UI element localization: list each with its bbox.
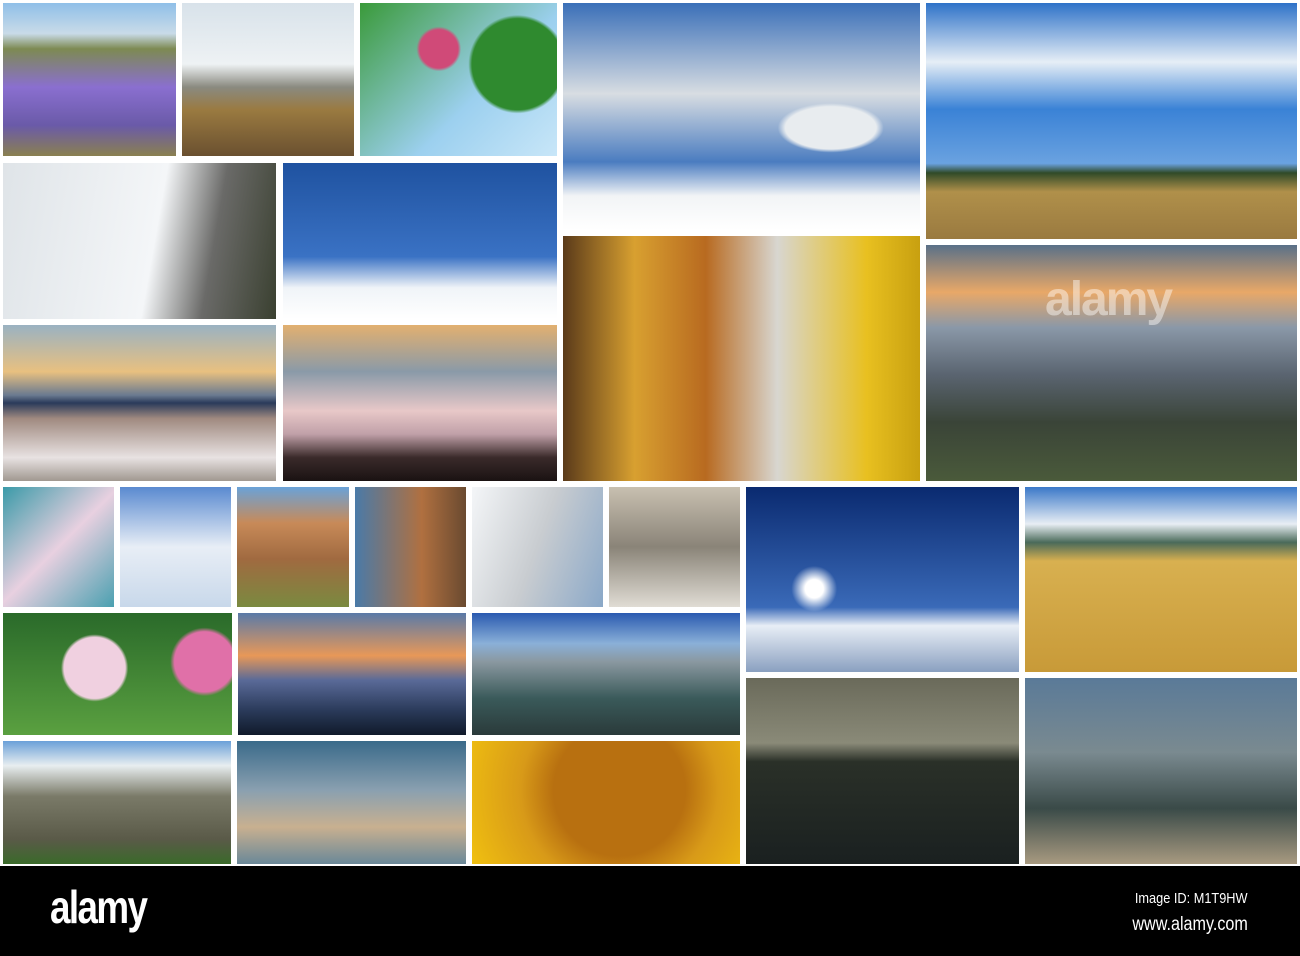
alamy-watermark: alamy [1045,273,1173,326]
photo-dry-grass [182,3,354,156]
photo-apple-blossom [360,3,557,156]
photo-sheep-meadow [926,3,1297,239]
photo-sun-over-snow [746,487,1019,672]
photo-cloud-silhouette [283,325,557,481]
image-id: Image ID: M1T9HW [1135,890,1248,907]
photo-snow-sun [120,487,231,607]
photo-autumn-forest [563,236,920,481]
photo-mud-volcano [609,487,740,607]
photo-mountain-sunset [238,613,466,735]
photo-rocky-peaks [1025,678,1297,864]
photo-sunflower-bee [472,741,740,864]
photo-golden-grassland [1025,487,1297,672]
photo-cherry-blossom [3,487,114,607]
photo-frozen-tree [563,3,920,230]
photo-crocus-meadow [3,3,176,156]
alamy-logo[interactable]: alamy [50,880,148,934]
photo-sunset-snow [3,325,276,481]
photo-foggy-mountains [3,163,276,319]
photo-mountain-range [472,613,740,735]
photo-snowy-peak [472,487,603,607]
photo-waterfall [746,678,1019,864]
photo-rock-formation [355,487,466,607]
photo-snowcapped-ridge [3,741,231,864]
photo-sea-waves [237,741,466,864]
photo-snowy-trees [283,163,557,319]
footer-bar: alamy Image ID: M1T9HW www.alamy.com [0,866,1300,956]
photo-rock-pyramids [237,487,349,607]
photo-cosmos-flowers [3,613,232,735]
site-url[interactable]: www.alamy.com [1133,914,1248,936]
